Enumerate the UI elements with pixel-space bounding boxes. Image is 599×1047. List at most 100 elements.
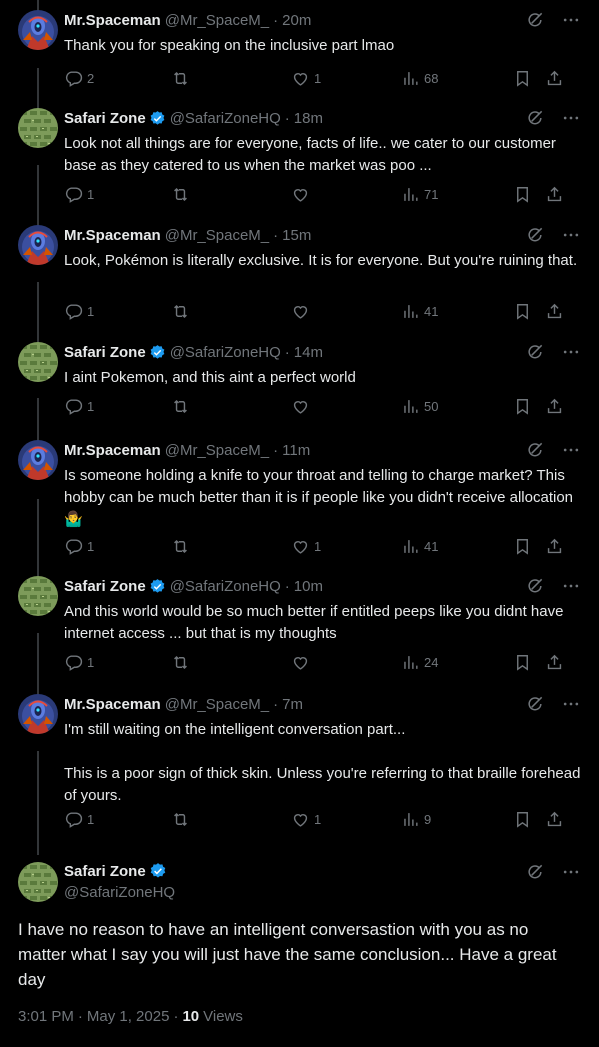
- avatar[interactable]: [18, 10, 58, 50]
- more-options-icon[interactable]: [561, 108, 581, 128]
- bookmark-button[interactable]: [513, 397, 545, 416]
- reply-button[interactable]: 1: [64, 810, 171, 829]
- share-button[interactable]: [545, 185, 565, 204]
- author-name[interactable]: Safari Zone: [64, 578, 146, 595]
- bookmark-button[interactable]: [513, 653, 545, 672]
- reply-tweet[interactable]: Safari Zone @SafariZoneHQ · 18m Look not…: [0, 108, 599, 224]
- tweet-time[interactable]: 18m: [294, 110, 323, 127]
- more-options-icon[interactable]: [561, 342, 581, 362]
- reply-tweet[interactable]: Mr.Spaceman @Mr_SpaceM_ · 11m Is someone…: [0, 440, 599, 576]
- author-handle[interactable]: @SafariZoneHQ: [170, 578, 281, 595]
- reply-tweet[interactable]: Safari Zone @SafariZoneHQ · 10m And this…: [0, 576, 599, 692]
- reply-button[interactable]: 1: [64, 397, 171, 416]
- views-button[interactable]: 24: [401, 653, 513, 672]
- views-button[interactable]: 41: [401, 302, 513, 321]
- share-button[interactable]: [545, 302, 565, 321]
- like-button[interactable]: 1: [291, 537, 401, 556]
- retweet-button[interactable]: [171, 397, 291, 416]
- reply-button[interactable]: 1: [64, 537, 171, 556]
- like-button[interactable]: [291, 397, 401, 416]
- avatar[interactable]: [18, 576, 58, 616]
- more-options-icon[interactable]: [561, 225, 581, 245]
- avatar[interactable]: [18, 108, 58, 148]
- tweet-time[interactable]: 7m: [282, 696, 303, 713]
- retweet-button[interactable]: [171, 185, 291, 204]
- views-count: 10: [182, 1008, 200, 1025]
- avatar[interactable]: [18, 342, 58, 382]
- bookmark-button[interactable]: [513, 537, 545, 556]
- more-options-icon[interactable]: [561, 440, 581, 460]
- reply-tweet[interactable]: Mr.Spaceman @Mr_SpaceM_ · 20m Thank you …: [0, 10, 599, 108]
- grok-icon[interactable]: [525, 576, 545, 596]
- tweet-time[interactable]: 3:01 PM: [18, 1008, 74, 1025]
- like-button[interactable]: [291, 653, 401, 672]
- avatar[interactable]: [18, 225, 58, 265]
- views-button[interactable]: 50: [401, 397, 513, 416]
- bookmark-button[interactable]: [513, 69, 545, 88]
- retweet-button[interactable]: [171, 653, 291, 672]
- tweet-time[interactable]: 10m: [294, 578, 323, 595]
- author-name[interactable]: Mr.Spaceman: [64, 442, 161, 459]
- author-handle[interactable]: @SafariZoneHQ: [170, 344, 281, 361]
- reply-button[interactable]: 1: [64, 302, 171, 321]
- share-button[interactable]: [545, 810, 565, 829]
- like-button[interactable]: [291, 302, 401, 321]
- author-handle[interactable]: @Mr_SpaceM_: [165, 442, 269, 459]
- avatar[interactable]: [18, 694, 58, 734]
- more-options-icon[interactable]: [561, 576, 581, 596]
- reply-tweet[interactable]: Mr.Spaceman @Mr_SpaceM_ · 7m I'm still w…: [0, 694, 599, 849]
- grok-icon[interactable]: [525, 862, 545, 882]
- views-button[interactable]: 68: [401, 69, 513, 88]
- tweet-time[interactable]: 15m: [282, 227, 311, 244]
- views-button[interactable]: 71: [401, 185, 513, 204]
- grok-icon[interactable]: [525, 440, 545, 460]
- author-name[interactable]: Mr.Spaceman: [64, 696, 161, 713]
- retweet-button[interactable]: [171, 69, 291, 88]
- retweet-button[interactable]: [171, 302, 291, 321]
- views-button[interactable]: 41: [401, 537, 513, 556]
- author-name[interactable]: Mr.Spaceman: [64, 227, 161, 244]
- author-handle[interactable]: @Mr_SpaceM_: [165, 696, 269, 713]
- more-options-icon[interactable]: [561, 10, 581, 30]
- reply-tweet[interactable]: Mr.Spaceman @Mr_SpaceM_ · 15m Look, Poké…: [0, 225, 599, 341]
- grok-icon[interactable]: [525, 342, 545, 362]
- share-button[interactable]: [545, 537, 565, 556]
- like-button[interactable]: 1: [291, 69, 401, 88]
- tweet-time[interactable]: 14m: [294, 344, 323, 361]
- grok-icon[interactable]: [525, 108, 545, 128]
- grok-icon[interactable]: [525, 694, 545, 714]
- author-handle[interactable]: @SafariZoneHQ: [64, 884, 175, 901]
- author-name[interactable]: Safari Zone: [64, 344, 146, 361]
- tweet-time[interactable]: 20m: [282, 12, 311, 29]
- author-name[interactable]: Safari Zone: [64, 863, 146, 880]
- like-button[interactable]: 1: [291, 810, 401, 829]
- reply-button[interactable]: 1: [64, 185, 171, 204]
- avatar[interactable]: [18, 862, 58, 902]
- author-handle[interactable]: @Mr_SpaceM_: [165, 227, 269, 244]
- author-name[interactable]: Mr.Spaceman: [64, 12, 161, 29]
- retweet-button[interactable]: [171, 537, 291, 556]
- grok-icon[interactable]: [525, 10, 545, 30]
- tweet-time[interactable]: 11m: [282, 442, 310, 459]
- views-button[interactable]: 9: [401, 810, 513, 829]
- more-options-icon[interactable]: [561, 862, 581, 882]
- bookmark-button[interactable]: [513, 302, 545, 321]
- reply-tweet[interactable]: Safari Zone @SafariZoneHQ · 14m I aint P…: [0, 342, 599, 436]
- share-button[interactable]: [545, 69, 565, 88]
- share-button[interactable]: [545, 653, 565, 672]
- author-name[interactable]: Safari Zone: [64, 110, 146, 127]
- reply-button[interactable]: 1: [64, 653, 171, 672]
- author-handle[interactable]: @Mr_SpaceM_: [165, 12, 269, 29]
- author-name-row[interactable]: Safari Zone: [64, 862, 167, 880]
- author-handle[interactable]: @SafariZoneHQ: [170, 110, 281, 127]
- like-button[interactable]: [291, 185, 401, 204]
- reply-button[interactable]: 2: [64, 69, 171, 88]
- grok-icon[interactable]: [525, 225, 545, 245]
- more-options-icon[interactable]: [561, 694, 581, 714]
- bookmark-button[interactable]: [513, 185, 545, 204]
- avatar[interactable]: [18, 440, 58, 480]
- bookmark-button[interactable]: [513, 810, 545, 829]
- retweet-button[interactable]: [171, 810, 291, 829]
- share-button[interactable]: [545, 397, 565, 416]
- tweet-date[interactable]: May 1, 2025: [87, 1008, 170, 1025]
